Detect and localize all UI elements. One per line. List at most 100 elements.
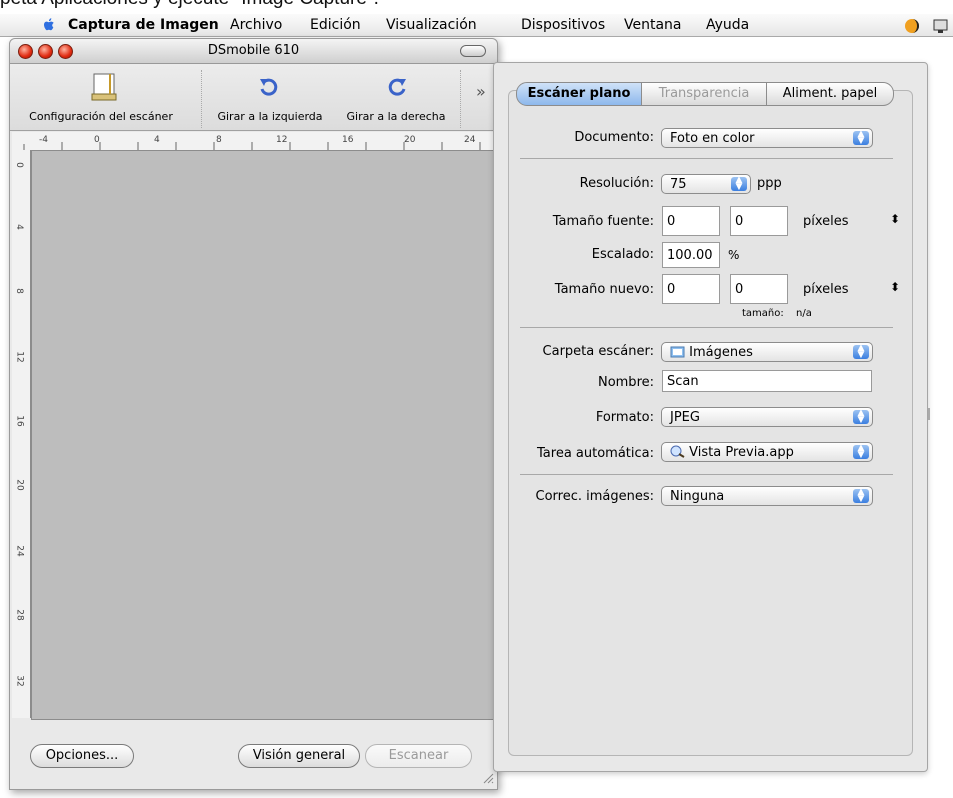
toolbar-separator — [201, 70, 202, 128]
menu-ayuda[interactable]: Ayuda — [706, 17, 749, 33]
tab-transparency[interactable]: Transparencia — [641, 82, 767, 106]
rotate-right-label: Girar a la derecha — [346, 110, 446, 123]
ruler-label: 0 — [94, 135, 100, 145]
toolbar-separator — [460, 70, 461, 128]
name-label: Nombre: — [597, 375, 654, 390]
tab-document-feeder[interactable]: Aliment. papel — [766, 82, 894, 106]
format-popup[interactable]: JPEG ▲ ▼ — [661, 407, 873, 427]
rotate-right-button[interactable]: Girar a la derecha — [336, 64, 456, 130]
ruler-label: 20 — [404, 135, 416, 145]
menu-ventana[interactable]: Ventana — [624, 17, 682, 33]
options-button[interactable]: Opciones... — [30, 744, 134, 768]
page-caption: peta Aplicaciones y ejecute "Image Captu… — [0, 0, 379, 10]
format-label: Formato: — [595, 410, 654, 425]
scan-preview-area[interactable] — [31, 150, 495, 720]
scale-unit: % — [728, 248, 740, 262]
popup-arrows-icon: ▲ ▼ — [853, 130, 869, 146]
rotate-right-icon — [388, 78, 406, 96]
status-display-icon[interactable] — [933, 17, 949, 35]
scan-folder-label: Carpeta escáner: — [542, 344, 654, 359]
popup-arrows-icon: ▲ ▼ — [853, 488, 869, 504]
status-moon-icon[interactable] — [903, 17, 921, 35]
divider — [520, 474, 893, 475]
unit-stepper-icon[interactable]: ⬍ — [890, 212, 900, 226]
config-scanner-label: Configuración del escáner — [29, 110, 173, 123]
panel-edge-handle[interactable] — [928, 408, 930, 420]
scale-label: Escalado: — [591, 247, 654, 262]
ruler-label: 20 — [14, 479, 25, 491]
toolbar-toggle-button[interactable] — [460, 45, 486, 57]
new-size-unit: píxeles — [803, 282, 849, 297]
scan-button[interactable]: Escanear — [365, 744, 472, 768]
ruler-label: 4 — [154, 135, 160, 145]
menu-visualizacion[interactable]: Visualización — [386, 17, 477, 33]
ruler-label: 12 — [276, 135, 288, 145]
resolution-label: Resolución: — [579, 176, 654, 191]
ruler-horizontal: -4 0 4 8 12 16 20 24 — [12, 132, 494, 151]
folder-icon — [670, 346, 685, 358]
divider — [520, 158, 893, 159]
unit-stepper-icon[interactable]: ⬍ — [890, 280, 900, 294]
window-title: DSmobile 610 — [207, 43, 300, 58]
scan-folder-popup[interactable]: Imágenes ▲ ▼ — [661, 342, 873, 362]
popup-arrows-icon: ▲ ▼ — [731, 176, 747, 192]
ruler-label: 4 — [13, 224, 24, 230]
tab-flatbed[interactable]: Escáner plano — [516, 82, 642, 106]
document-value: Foto en color — [670, 131, 755, 146]
new-width-field[interactable]: 0 — [662, 274, 720, 304]
auto-task-popup[interactable]: Vista Previa.app ▲ ▼ — [661, 442, 873, 462]
popup-arrows-icon: ▲ ▼ — [853, 409, 869, 425]
ruler-label: 32 — [14, 675, 25, 687]
resolution-popup[interactable]: 75 ▲ ▼ — [661, 174, 751, 194]
resize-grip-icon[interactable] — [482, 772, 494, 784]
popup-arrows-icon: ▲ ▼ — [853, 344, 869, 360]
image-correction-label: Correc. imágenes: — [535, 489, 655, 504]
document-popup[interactable]: Foto en color ▲ ▼ — [661, 128, 873, 148]
divider — [520, 327, 893, 328]
menu-app-name[interactable]: Captura de Imagen — [68, 17, 219, 33]
ruler-label: 8 — [13, 288, 24, 294]
popup-arrows-icon: ▲ ▼ — [853, 444, 869, 460]
ruler-label: -4 — [39, 135, 48, 145]
source-width-field[interactable]: 0 — [662, 206, 720, 236]
rotate-left-button[interactable]: Girar a la izquierda — [206, 64, 334, 130]
config-scanner-button[interactable]: Configuración del escáner — [10, 64, 200, 130]
ruler-label: 16 — [14, 415, 25, 427]
source-height-field[interactable]: 0 — [730, 206, 788, 236]
source-size-label: Tamaño fuente: — [552, 214, 654, 229]
ruler-label: 12 — [14, 351, 25, 363]
name-field[interactable]: Scan — [662, 370, 872, 392]
new-height-field[interactable]: 0 — [730, 274, 788, 304]
ruler-label: 24 — [14, 545, 25, 557]
auto-task-label: Tarea automática: — [537, 446, 654, 461]
document-label: Documento: — [574, 130, 654, 145]
resolution-value: 75 — [670, 177, 687, 192]
ruler-label: 28 — [14, 609, 25, 621]
scan-folder-value: Imágenes — [689, 345, 753, 360]
scanner-config-icon — [91, 73, 117, 101]
resolution-unit: ppp — [757, 176, 782, 191]
ruler-label: 16 — [342, 135, 354, 145]
scale-field[interactable]: 100.00 — [662, 242, 720, 268]
source-unit: píxeles — [803, 214, 849, 229]
auto-task-value: Vista Previa.app — [689, 445, 794, 460]
format-value: JPEG — [670, 410, 700, 425]
ruler-label: 0 — [13, 162, 24, 168]
apple-menu-icon[interactable] — [40, 16, 58, 34]
new-size-label: Tamaño nuevo: — [554, 282, 654, 297]
image-correction-popup[interactable]: Ninguna ▲ ▼ — [661, 486, 873, 506]
ruler-vertical: 0 4 8 12 16 20 24 28 32 — [12, 150, 31, 718]
ruler-label: 24 — [464, 135, 476, 145]
rotate-left-icon — [260, 78, 278, 96]
menu-dispositivos[interactable]: Dispositivos — [521, 17, 605, 33]
preview-app-icon — [670, 445, 685, 458]
ruler-label: 8 — [216, 135, 222, 145]
scanner-window: DSmobile 610 Configuración del escáner G… — [9, 38, 498, 790]
file-size-label: tamaño: — [742, 308, 784, 319]
image-correction-value: Ninguna — [670, 489, 725, 504]
overview-button[interactable]: Visión general — [238, 744, 360, 768]
menu-archivo[interactable]: Archivo — [230, 17, 282, 33]
toolbar-overflow-button[interactable]: » — [476, 82, 486, 101]
menu-edicion[interactable]: Edición — [310, 17, 361, 33]
file-size-value: n/a — [796, 308, 812, 319]
